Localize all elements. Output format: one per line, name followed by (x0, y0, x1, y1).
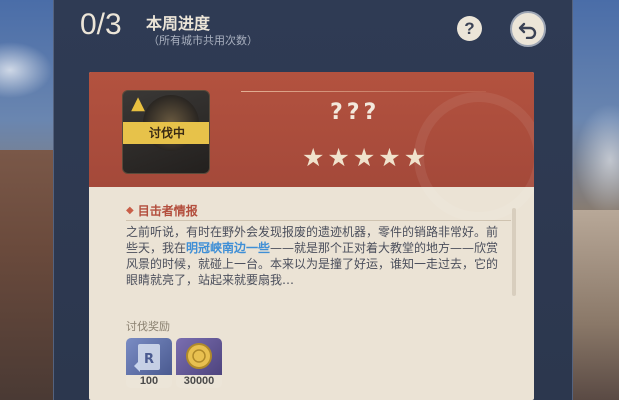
intel-section-header: ◆ 目击者情报 (126, 202, 198, 219)
reward-item[interactable]: R 100 (126, 338, 172, 388)
star-icon: ★ (327, 143, 350, 172)
return-arrow-icon (518, 22, 537, 39)
star-icon: ★ (378, 143, 401, 172)
star-icon: ★ (403, 143, 427, 172)
back-button[interactable] (510, 11, 546, 47)
description-scrollbar[interactable] (512, 208, 516, 296)
reward-quantity: 100 (126, 375, 172, 388)
mora-icon (176, 338, 222, 375)
background-building-left (0, 150, 55, 400)
question-mark-icon: ? (464, 19, 475, 38)
star-icon: ★ (352, 143, 376, 172)
boss-portrait[interactable]: ▲ 讨伐中 (122, 90, 210, 174)
section-divider (126, 220, 511, 221)
witness-description: 之前听说，有时在野外会发现报废的遗迹机器，零件的销路非常好。前些天，我在明冠峡南… (126, 224, 506, 308)
diamond-icon: ◆ (126, 205, 134, 216)
emblem-watermark-icon (414, 92, 534, 222)
status-badge: 讨伐中 (123, 122, 209, 144)
page-title: 本周进度 (146, 14, 211, 33)
reward-quantity: 30000 (176, 375, 222, 388)
background-building-right (569, 210, 619, 400)
difficulty-stars: ★ ★ ★ ★ ★ (302, 144, 426, 172)
header-divider (241, 91, 486, 92)
rewards-label: 讨伐奖励 (126, 320, 170, 333)
intel-section-title: 目击者情报 (137, 204, 198, 218)
weekly-progress-counter: 0/3 (80, 8, 122, 41)
boss-name: ??? (330, 100, 381, 125)
adventure-exp-icon: R (126, 338, 172, 375)
location-link[interactable]: 明冠峡南边一些 (186, 241, 270, 255)
svg-text:R: R (144, 352, 154, 367)
reward-item[interactable]: 30000 (176, 338, 222, 388)
star-icon: ★ (302, 143, 325, 172)
page-subtitle: （所有城市共用次数） (148, 34, 258, 47)
warning-triangle-icon: ▲ (131, 93, 145, 114)
help-button[interactable]: ? (457, 16, 482, 41)
